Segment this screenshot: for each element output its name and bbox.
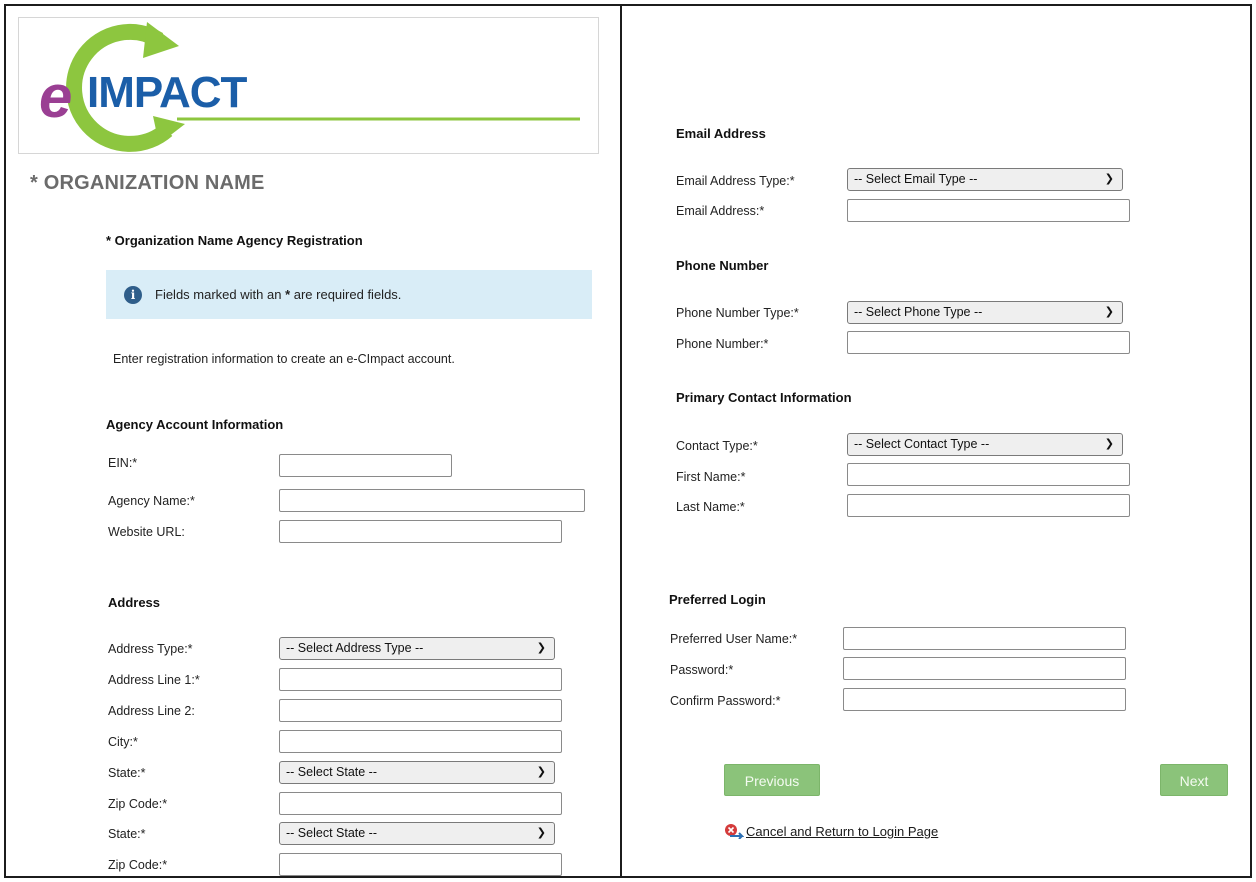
address-line2-input[interactable] [279,699,562,722]
city-label: City:* [108,735,138,749]
first-name-input[interactable] [847,463,1130,486]
email-type-label: Email Address Type:* [676,174,795,188]
phone-type-value: -- Select Phone Type -- [854,305,983,319]
cancel-return-icon [725,824,744,839]
zip-code-input-2[interactable] [279,853,562,876]
info-text: Fields marked with an * are required fie… [155,287,401,302]
cancel-link-text[interactable]: Cancel and Return to Login Page [746,824,938,839]
preferred-username-input[interactable] [843,627,1126,650]
address-type-value: -- Select Address Type -- [286,641,424,655]
info-icon: i [124,286,142,304]
chevron-down-icon: ❯ [536,642,546,654]
email-type-select[interactable]: -- Select Email Type -- ❯ [847,168,1123,191]
password-label: Password:* [670,663,734,677]
column-divider [620,4,622,878]
chevron-down-icon: ❯ [536,827,546,839]
state-select-2[interactable]: -- Select State -- ❯ [279,822,555,845]
state-value: -- Select State -- [286,765,377,779]
password-input[interactable] [843,657,1126,680]
last-name-label: Last Name:* [676,500,745,514]
ein-input[interactable] [279,454,452,477]
phone-number-input[interactable] [847,331,1130,354]
email-address-input[interactable] [847,199,1130,222]
agency-name-label: Agency Name:* [108,494,195,508]
website-url-input[interactable] [279,520,562,543]
chevron-down-icon: ❯ [1104,173,1114,185]
confirm-password-label: Confirm Password:* [670,694,781,708]
phone-type-select[interactable]: -- Select Phone Type -- ❯ [847,301,1123,324]
login-heading: Preferred Login [669,592,766,607]
state-value-2: -- Select State -- [286,826,377,840]
info-text-before: Fields marked with an [155,287,286,302]
state-select[interactable]: -- Select State -- ❯ [279,761,555,784]
state-label-2: State:* [108,827,146,841]
next-button[interactable]: Next [1160,764,1228,796]
email-address-label: Email Address:* [676,204,765,218]
state-label: State:* [108,766,146,780]
address-type-label: Address Type:* [108,642,193,656]
phone-type-label: Phone Number Type:* [676,306,799,320]
address-line1-label: Address Line 1:* [108,673,200,687]
registration-title: * Organization Name Agency Registration [106,233,363,248]
logo: e IMPACT [18,17,599,154]
zip-code-label-2: Zip Code:* [108,858,168,872]
address-type-select[interactable]: -- Select Address Type -- ❯ [279,637,555,660]
contact-type-value: -- Select Contact Type -- [854,437,990,451]
chevron-down-icon: ❯ [1104,438,1114,450]
preferred-username-label: Preferred User Name:* [670,632,798,646]
phone-number-label: Phone Number:* [676,337,769,351]
chevron-down-icon: ❯ [1104,306,1114,318]
chevron-down-icon: ❯ [536,766,546,778]
previous-button[interactable]: Previous [724,764,820,796]
intro-text: Enter registration information to create… [113,352,455,366]
address-line2-label: Address Line 2: [108,704,195,718]
first-name-label: First Name:* [676,470,746,484]
page-title: * ORGANIZATION NAME [30,172,265,194]
address-heading: Address [108,595,161,610]
last-name-input[interactable] [847,494,1130,517]
email-type-value: -- Select Email Type -- [854,172,978,186]
contact-type-label: Contact Type:* [676,439,758,453]
city-input[interactable] [279,730,562,753]
info-alert: i Fields marked with an * are required f… [106,270,592,319]
phone-heading: Phone Number [676,258,769,273]
zip-code-input[interactable] [279,792,562,815]
agency-name-input[interactable] [279,489,585,512]
logo-text: IMPACT [87,68,248,117]
address-line1-input[interactable] [279,668,562,691]
zip-code-label: Zip Code:* [108,797,168,811]
website-url-label: Website URL: [108,525,185,539]
logo-e: e [39,63,72,130]
contact-type-select[interactable]: -- Select Contact Type -- ❯ [847,433,1123,456]
info-text-after: are required fields. [290,287,402,302]
contact-heading: Primary Contact Information [676,390,852,405]
ein-label: EIN:* [108,456,138,470]
confirm-password-input[interactable] [843,688,1126,711]
email-heading: Email Address [676,126,766,141]
agency-heading: Agency Account Information [106,417,284,432]
